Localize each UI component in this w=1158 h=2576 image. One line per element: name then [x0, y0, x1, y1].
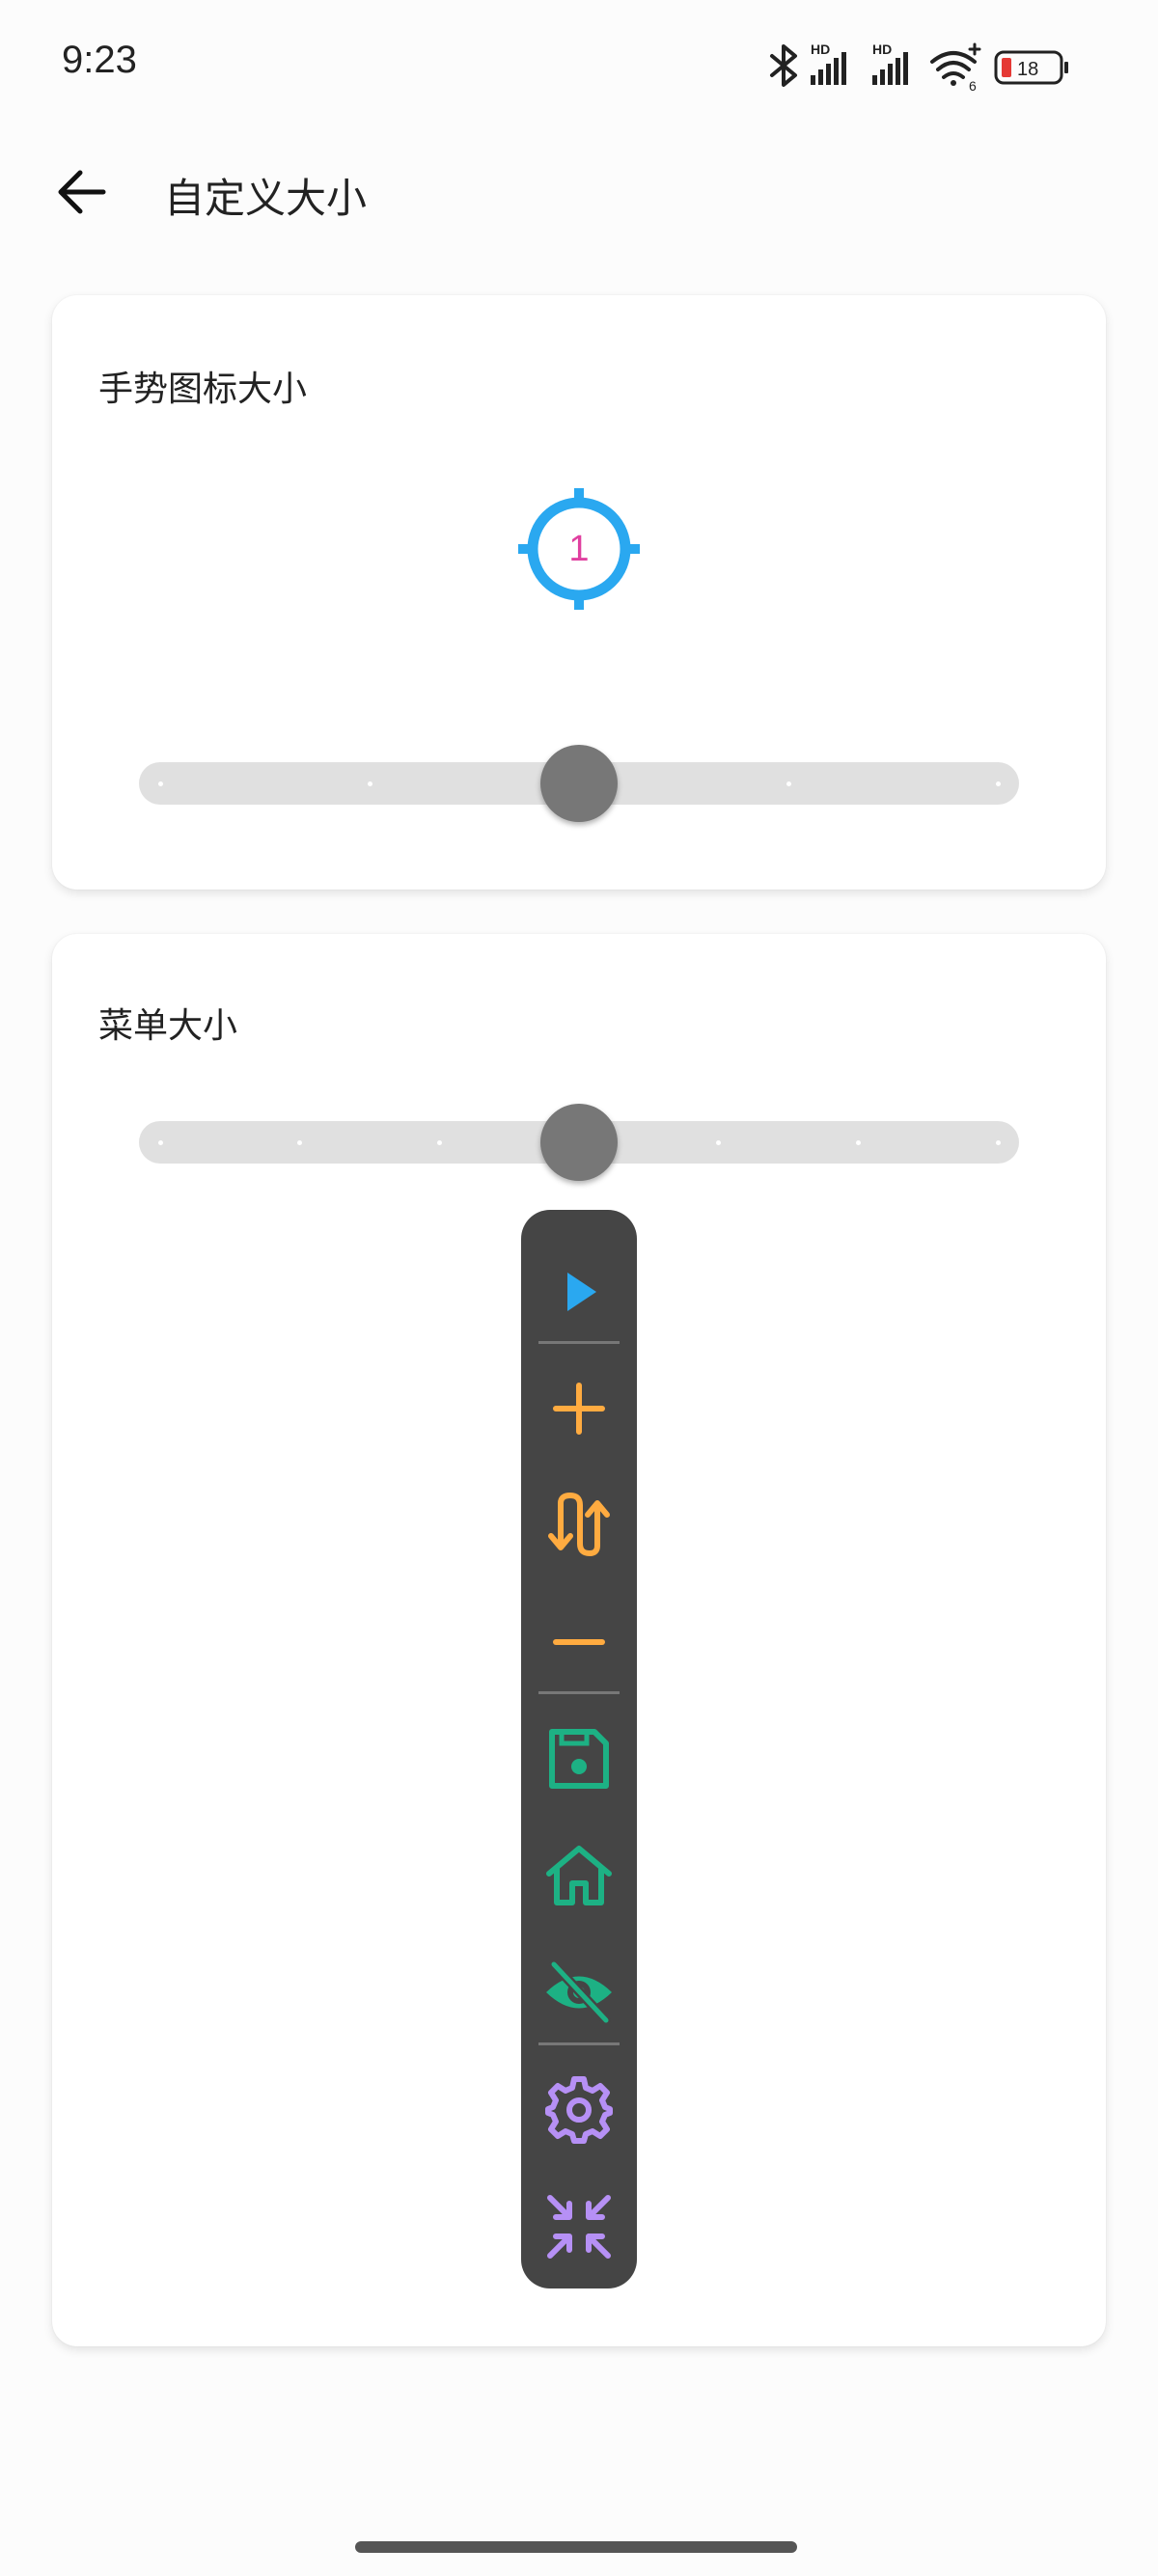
menu-item-play[interactable] [521, 1248, 637, 1335]
menu-divider [538, 1691, 620, 1694]
cellular-signal-icon-1: HD [811, 41, 846, 85]
menu-item-save[interactable] [521, 1715, 637, 1802]
gesture-icon-size-slider[interactable] [139, 745, 1019, 822]
slider-tick [367, 781, 372, 786]
menu-item-settings[interactable] [521, 2067, 637, 2153]
slider-thumb[interactable] [540, 745, 618, 822]
svg-text:6: 6 [969, 78, 977, 94]
slider-tick [436, 1140, 442, 1145]
menu-item-hide[interactable] [521, 1949, 637, 2036]
gesture-icon-size-title: 手势图标大小 [98, 370, 308, 409]
gesture-icon-size-card: 手势图标大小 1 [52, 295, 1106, 890]
menu-size-slider[interactable] [139, 1104, 1019, 1181]
plus-icon [553, 1383, 605, 1435]
gear-icon [545, 2076, 613, 2144]
slider-tick [855, 1140, 861, 1145]
floating-menu-preview [521, 1210, 637, 2288]
menu-divider [538, 2042, 620, 2045]
menu-item-plus[interactable] [521, 1365, 637, 1452]
bluetooth-icon [770, 44, 797, 87]
arrow-left-icon [58, 170, 106, 214]
page-title: 自定义大小 [164, 175, 368, 222]
slider-thumb[interactable] [540, 1104, 618, 1181]
gesture-icon-number: 1 [568, 528, 590, 569]
slider-tick [995, 1140, 1001, 1145]
home-indicator[interactable] [355, 2541, 797, 2553]
status-bar: 9:23 HD HD 6 18 [0, 0, 1158, 125]
collapse-icon [547, 2195, 611, 2259]
menu-item-swap[interactable] [521, 1482, 637, 1569]
swap-vertical-arrows-icon [548, 1493, 610, 1556]
minus-icon [553, 1639, 605, 1645]
slider-tick [157, 1140, 163, 1145]
menu-divider [538, 1341, 620, 1344]
svg-text:18: 18 [1017, 59, 1038, 80]
battery-icon: 18 [994, 50, 1068, 85]
menu-size-title: 菜单大小 [98, 1006, 238, 1046]
svg-text:HD: HD [811, 41, 830, 57]
menu-item-collapse[interactable] [521, 2183, 637, 2270]
slider-tick [786, 781, 791, 786]
wifi-icon: 6 [930, 42, 981, 94]
slider-tick [995, 781, 1001, 786]
menu-item-home[interactable] [521, 1832, 637, 1919]
status-time: 9:23 [62, 39, 137, 81]
eye-off-icon [546, 1960, 612, 2024]
back-button[interactable] [48, 162, 116, 222]
slider-tick [157, 781, 163, 786]
cellular-signal-icon-2: HD [872, 41, 908, 85]
save-floppy-icon [549, 1729, 609, 1789]
status-icons: HD HD 6 18 [770, 41, 1068, 94]
svg-text:HD: HD [872, 41, 892, 57]
play-icon [567, 1273, 596, 1311]
menu-item-minus[interactable] [521, 1599, 637, 1685]
home-icon [546, 1846, 612, 1905]
gesture-icon-preview: 1 [516, 486, 642, 612]
